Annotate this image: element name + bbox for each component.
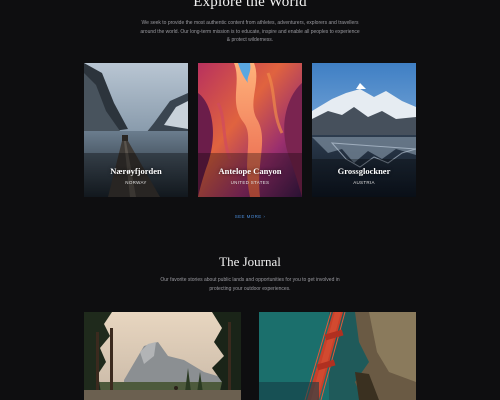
alpine-lake-photo [312, 63, 416, 197]
card-name: Nærøyfjorden [110, 166, 162, 176]
valley-photo [84, 312, 241, 400]
card-country: AUSTRIA [353, 180, 375, 185]
card-name: Antelope Canyon [218, 166, 282, 176]
canyon-photo [198, 63, 302, 197]
journal-story-image-valley[interactable] [84, 312, 241, 400]
see-more-link[interactable]: SEE MORE › [0, 214, 500, 219]
card-country: NORWAY [125, 180, 147, 185]
fjord-photo [84, 63, 188, 197]
journal-intro: Our favorite stories about public lands … [160, 277, 340, 292]
bridge-aerial-photo [259, 312, 416, 400]
card-country: UNITED STATES [230, 180, 270, 185]
destination-card-antelope-canyon[interactable]: Antelope Canyon UNITED STATES [198, 63, 302, 197]
destination-card-grossglockner[interactable]: Grossglockner AUSTRIA [312, 63, 416, 197]
page: Explore the World We seek to provide the… [0, 0, 500, 400]
destination-card-naeroyfjorden[interactable]: Nærøyfjorden NORWAY [84, 63, 188, 197]
journal-title: The Journal [219, 254, 281, 269]
explore-intro: We seek to provide the most authentic co… [140, 20, 360, 43]
journal-story-image-bridge[interactable] [259, 312, 416, 400]
explore-title: Explore the World [193, 0, 307, 10]
card-name: Grossglockner [337, 166, 391, 176]
